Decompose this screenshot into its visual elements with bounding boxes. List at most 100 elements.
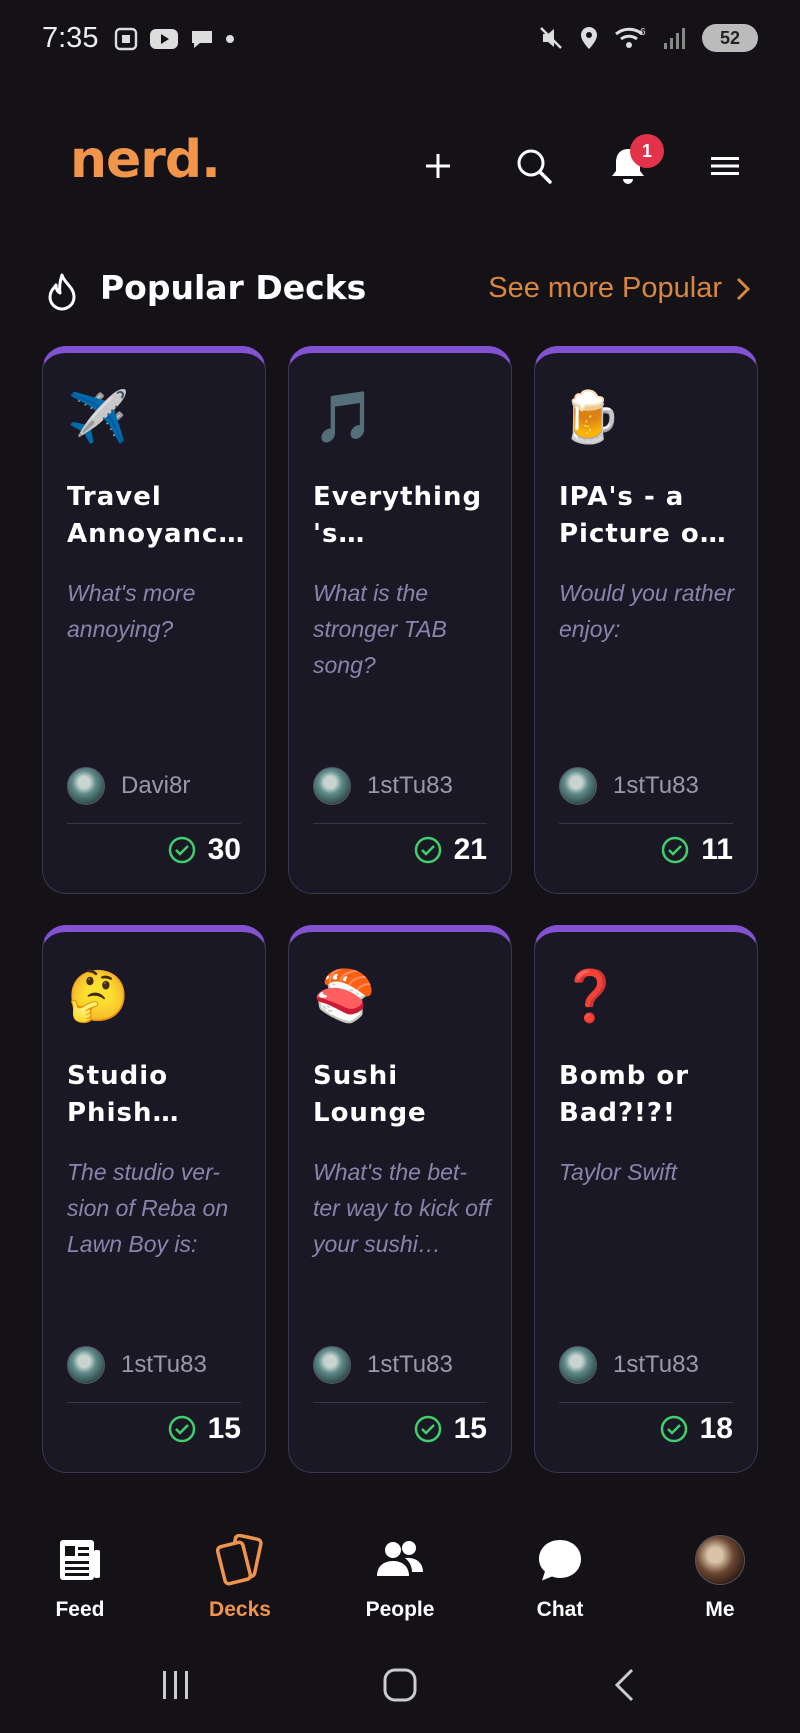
deck-title: Studio Phish…: [67, 1061, 180, 1128]
chevron-right-icon: [736, 277, 750, 300]
nav-me[interactable]: Me: [660, 1534, 780, 1622]
card-divider: [559, 1402, 733, 1403]
home-button[interactable]: [370, 1665, 430, 1705]
deck-card[interactable]: 🍣 Sushi Lounge What's the bet-ter way to…: [288, 925, 512, 1473]
home-icon: [383, 1668, 417, 1702]
status-left-icons: [113, 26, 235, 52]
people-icon: [377, 1541, 423, 1576]
card-divider: [67, 1402, 241, 1403]
card-divider: [313, 823, 487, 824]
author-avatar: [67, 1346, 105, 1384]
deck-title: IPA's - a Picture o…: [559, 482, 727, 549]
cell-signal-icon: [664, 28, 685, 49]
app-logo[interactable]: nerd.: [70, 130, 221, 190]
deck-play-count: 21: [414, 833, 487, 867]
nav-label: Decks: [209, 1598, 271, 1621]
search-icon: [517, 149, 552, 184]
nav-label: Me: [705, 1598, 735, 1621]
count-value: 15: [453, 1412, 487, 1445]
avatar: [695, 1535, 745, 1585]
back-button[interactable]: [594, 1665, 654, 1705]
author-name: Davi8r: [121, 772, 191, 799]
count-value: 21: [453, 833, 487, 866]
status-time: 7:35: [42, 22, 99, 54]
deck-emoji-icon: 🤔: [67, 967, 130, 1025]
deck-card[interactable]: ✈️ Travel Annoyanc… What's more annoying…: [42, 346, 266, 894]
dot-icon: [226, 35, 234, 43]
deck-author[interactable]: 1stTu83: [559, 1346, 699, 1384]
deck-description: Taylor Swift: [559, 1159, 678, 1185]
nav-people[interactable]: People: [340, 1534, 460, 1622]
deck-emoji-icon: 🎵: [313, 388, 376, 446]
section-title: Popular Decks: [100, 268, 367, 307]
author-avatar: [313, 767, 351, 805]
check-circle-icon: [168, 1415, 195, 1443]
deck-card[interactable]: 🍺 IPA's - a Picture o… Would you rather …: [534, 346, 758, 894]
status-right-icons: 6 52: [538, 24, 758, 52]
check-circle-icon: [662, 836, 689, 864]
plus-icon: [426, 154, 450, 178]
see-more-label: See more Popular: [488, 272, 722, 304]
nav-label: People: [365, 1598, 435, 1621]
check-circle-icon: [414, 836, 441, 864]
deck-author[interactable]: 1stTu83: [559, 767, 699, 805]
deck-title: Travel Annoyanc…: [67, 482, 246, 549]
deck-card[interactable]: 🎵 Everything 's… What is the stronger TA…: [288, 346, 512, 894]
author-name: 1stTu83: [121, 1351, 207, 1378]
message-bubble-icon: [192, 31, 212, 48]
author-name: 1stTu83: [367, 1351, 453, 1378]
location-icon: [581, 27, 597, 49]
add-button[interactable]: [412, 140, 464, 192]
see-more-popular-link[interactable]: See more Popular: [488, 272, 750, 305]
author-avatar: [313, 1346, 351, 1384]
deck-card[interactable]: 🤔 Studio Phish… The studio ver-sion of R…: [42, 925, 266, 1473]
author-name: 1stTu83: [367, 772, 453, 799]
screenshot-icon: [114, 27, 138, 51]
card-divider: [559, 823, 733, 824]
deck-emoji-icon: ✈️: [67, 388, 130, 446]
app-header: nerd. 1: [0, 120, 800, 210]
search-button[interactable]: [508, 140, 560, 192]
hamburger-menu-icon: [711, 157, 739, 175]
deck-author[interactable]: 1stTu83: [67, 1346, 207, 1384]
count-value: 15: [207, 1412, 241, 1445]
deck-description: What is the stronger TAB song?: [313, 580, 447, 678]
notifications-button[interactable]: 1: [602, 134, 664, 192]
deck-card[interactable]: ❓ Bomb or Bad?!?! Taylor Swift 1stTu83 1…: [534, 925, 758, 1473]
deck-description: Would you rather enjoy:: [559, 580, 735, 642]
youtube-icon: [150, 29, 178, 49]
nav-decks[interactable]: Decks: [180, 1534, 300, 1622]
deck-title: Everything 's…: [313, 482, 483, 549]
wifi-icon: 6: [615, 27, 646, 48]
deck-author[interactable]: 1stTu83: [313, 1346, 453, 1384]
chat-icon: [539, 1540, 581, 1581]
decks-icon: [215, 1534, 263, 1586]
menu-button[interactable]: [699, 140, 751, 192]
author-avatar: [559, 1346, 597, 1384]
author-name: 1stTu83: [613, 1351, 699, 1378]
signal-superscript: 6: [640, 27, 646, 38]
recents-button[interactable]: [146, 1665, 206, 1705]
nav-label: Chat: [536, 1598, 584, 1621]
deck-description: What's more annoying?: [67, 580, 196, 642]
author-avatar: [559, 767, 597, 805]
deck-play-count: 30: [168, 833, 241, 867]
back-icon: [614, 1668, 634, 1702]
deck-author[interactable]: 1stTu83: [313, 767, 453, 805]
card-divider: [67, 823, 241, 824]
nav-feed[interactable]: Feed: [20, 1534, 140, 1622]
deck-play-count: 15: [414, 1412, 487, 1446]
mute-icon: [540, 27, 562, 49]
deck-author[interactable]: Davi8r: [67, 767, 190, 805]
deck-play-count: 18: [660, 1412, 733, 1446]
check-circle-icon: [168, 836, 195, 864]
count-value: 30: [207, 833, 241, 866]
deck-title: Bomb or Bad?!?!: [559, 1061, 690, 1128]
count-value: 18: [699, 1412, 733, 1445]
battery-level: 52: [719, 27, 741, 48]
nav-label: Feed: [55, 1598, 105, 1621]
bottom-nav: Feed Decks People Chat Me: [0, 1520, 800, 1630]
feed-icon: [60, 1540, 100, 1580]
nav-chat[interactable]: Chat: [500, 1534, 620, 1622]
author-name: 1stTu83: [613, 772, 699, 799]
